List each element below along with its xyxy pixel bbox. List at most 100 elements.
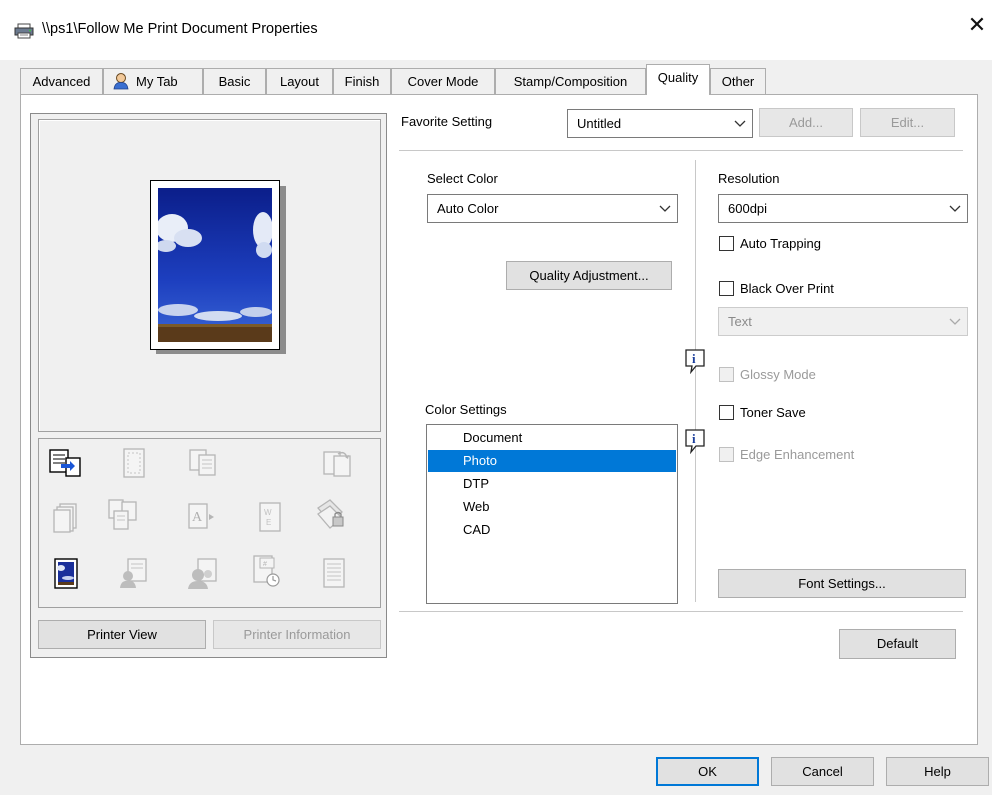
list-item-label: Photo [463, 453, 497, 468]
scheduled-print-icon: # [253, 555, 280, 587]
resolution-select[interactable]: 600dpi [718, 194, 968, 223]
font-page-icon: A [188, 503, 214, 529]
top-divider [399, 150, 963, 151]
add-favorite-button[interactable]: Add... [759, 108, 853, 137]
stack-pages-icon [53, 503, 77, 533]
black-over-print-checkbox[interactable] [719, 281, 734, 296]
toner-save-checkbox[interactable] [719, 405, 734, 420]
banner-page-icon [323, 558, 345, 588]
favorite-setting-label: Favorite Setting [401, 114, 493, 129]
bottom-divider [399, 611, 963, 612]
printer-view-button[interactable]: Printer View [38, 620, 206, 649]
ok-label: OK [698, 764, 717, 779]
tab-label: Cover Mode [407, 74, 479, 89]
help-label: Help [924, 764, 951, 779]
default-button[interactable]: Default [839, 629, 956, 659]
person-icon [113, 73, 129, 90]
toner-save-label: Toner Save [740, 405, 806, 420]
tab-my-tab[interactable]: My Tab [103, 68, 203, 95]
printer-information-label: Printer Information [243, 627, 351, 642]
chevron-down-icon [949, 205, 961, 212]
svg-text:W: W [264, 508, 272, 517]
tab-label: Other [721, 74, 755, 89]
tab-label: Stamp/Composition [513, 74, 628, 89]
tab-label: Layout [279, 74, 320, 89]
list-item-label: Document [463, 430, 523, 445]
tab-label: My Tab [136, 74, 178, 89]
black-over-print-mode-value: Text [728, 314, 752, 329]
close-icon[interactable]: ✕ [966, 14, 988, 36]
list-item[interactable]: CAD [428, 519, 676, 541]
font-settings-button[interactable]: Font Settings... [718, 569, 966, 598]
select-color-value: Auto Color [437, 201, 499, 216]
auto-trapping-label: Auto Trapping [740, 236, 821, 251]
tab-finish[interactable]: Finish [333, 68, 391, 95]
tab-layout[interactable]: Layout [266, 68, 333, 95]
tab-label: Finish [344, 74, 380, 89]
list-item[interactable]: DTP [428, 473, 676, 495]
resolution-value: 600dpi [728, 201, 768, 216]
color-settings-list[interactable]: Document Photo DTP Web CAD [426, 424, 678, 604]
auto-trapping-checkbox[interactable] [719, 236, 734, 251]
tab-other[interactable]: Other [710, 68, 766, 95]
list-item[interactable]: Web [428, 496, 676, 518]
list-item-label: CAD [463, 522, 491, 537]
list-item[interactable]: Document [428, 427, 676, 449]
tab-cover-mode[interactable]: Cover Mode [391, 68, 495, 95]
edit-favorite-button[interactable]: Edit... [860, 108, 955, 137]
favorite-setting-select[interactable]: Untitled [567, 109, 753, 138]
collate-icon [108, 499, 137, 530]
tab-basic[interactable]: Basic [203, 68, 266, 95]
glossy-mode-checkbox[interactable] [719, 367, 734, 382]
column-divider [695, 160, 696, 602]
chevron-down-icon [734, 120, 746, 127]
color-settings-label: Color Settings [425, 402, 507, 417]
printer-view-label: Printer View [87, 627, 157, 642]
chevron-down-icon [659, 205, 671, 212]
cancel-button[interactable]: Cancel [771, 757, 874, 786]
edit-label: Edit... [890, 115, 925, 130]
add-label: Add... [789, 115, 823, 130]
svg-text:E: E [266, 518, 271, 527]
edge-enhancement-checkbox[interactable] [719, 447, 734, 462]
black-over-print-label: Black Over Print [740, 281, 834, 296]
secure-print-icon [317, 499, 344, 529]
font-settings-label: Font Settings... [798, 576, 886, 591]
tab-advanced[interactable]: Advanced [20, 68, 103, 95]
printer-information-button[interactable]: Printer Information [213, 620, 381, 649]
rotate-page-icon [323, 451, 351, 477]
quality-adjustment-button[interactable]: Quality Adjustment... [506, 261, 672, 290]
svg-text:A: A [192, 510, 203, 525]
select-color-select[interactable]: Auto Color [427, 194, 678, 223]
info-icon[interactable]: i [684, 348, 706, 374]
list-item-selected[interactable]: Photo [428, 450, 676, 472]
chevron-down-icon [949, 318, 961, 325]
tab-label: Basic [218, 74, 251, 89]
svg-text:i: i [692, 351, 696, 366]
black-over-print-mode-select[interactable]: Text [718, 307, 968, 336]
window-title: \\ps1\Follow Me Print Document Propertie… [42, 21, 318, 37]
svg-text:i: i [692, 431, 696, 446]
list-item-label: DTP [463, 476, 489, 491]
quality-adjustment-label: Quality Adjustment... [529, 268, 649, 283]
job-person-icon [120, 558, 147, 588]
copy-pages-icon [189, 449, 216, 476]
info-icon[interactable]: i [684, 428, 706, 454]
ok-button[interactable]: OK [656, 757, 759, 786]
svg-text:#: # [263, 561, 267, 568]
tab-quality[interactable]: Quality [646, 64, 710, 95]
list-item-label: Web [463, 499, 490, 514]
help-button[interactable]: Help [886, 757, 989, 786]
tab-stamp-composition[interactable]: Stamp/Composition [495, 68, 646, 95]
favorite-setting-value: Untitled [577, 116, 622, 131]
cancel-label: Cancel [802, 764, 843, 779]
booklet-icon [123, 448, 145, 478]
glossy-mode-label: Glossy Mode [740, 367, 816, 382]
resolution-label: Resolution [718, 171, 780, 186]
default-label: Default [876, 636, 919, 651]
tab-label: Advanced [32, 74, 91, 89]
printer-icon [14, 23, 34, 39]
watermark-page-icon: W E [259, 502, 281, 532]
user-auth-icon [188, 558, 217, 589]
printer-output-icon [49, 449, 81, 477]
